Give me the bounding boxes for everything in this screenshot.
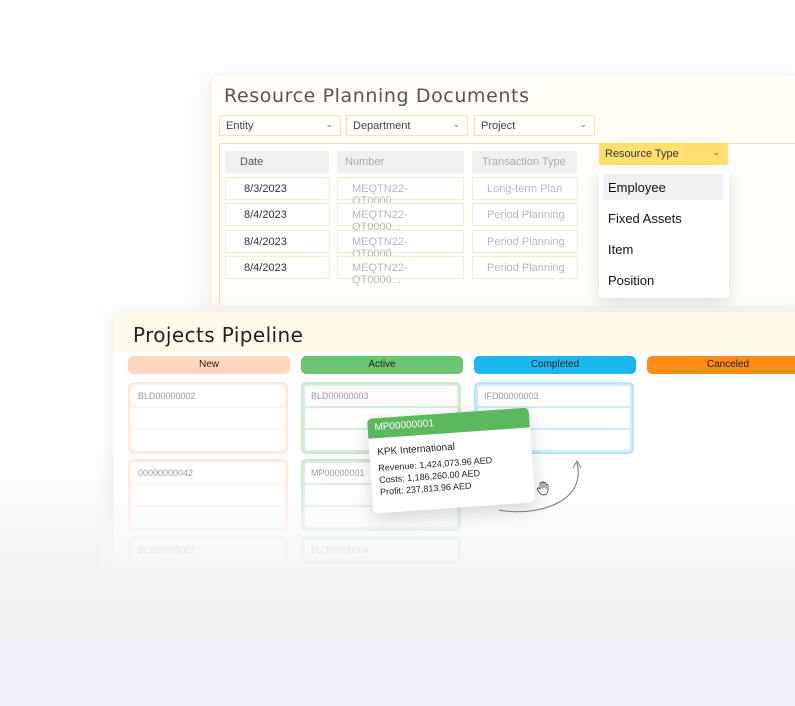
table-cell-type[interactable]: Long-term Plan bbox=[472, 177, 578, 200]
page-title: Resource Planning Documents bbox=[224, 85, 530, 107]
project-filter[interactable]: Project ⌄ bbox=[474, 115, 595, 136]
card-id: BLD00000002 bbox=[132, 386, 284, 406]
table-cell-number[interactable]: MEQTN22-QT0000... bbox=[337, 230, 464, 260]
chevron-down-icon: ⌄ bbox=[452, 119, 460, 129]
chevron-down-icon: ⌄ bbox=[579, 119, 587, 129]
column-header-date[interactable]: Date bbox=[225, 151, 329, 173]
kanban-card[interactable]: BLD00000004 bbox=[301, 536, 461, 564]
table-cell-number[interactable]: MEQTN22-QT0000... bbox=[337, 177, 464, 207]
filter-label: Entity bbox=[226, 120, 254, 132]
table-cell-type[interactable]: Period Planning bbox=[472, 230, 578, 253]
table-cell-type[interactable]: Period Planning bbox=[472, 203, 578, 226]
column-header-number[interactable]: Number bbox=[337, 151, 464, 173]
card-id: BLD00000001 bbox=[132, 540, 284, 560]
table-cell-number[interactable]: MEQTN22-QT0000... bbox=[337, 203, 464, 233]
table-cell-number[interactable]: MEQTN22-QT0000... bbox=[337, 256, 464, 286]
menu-item-fixed-assets[interactable]: Fixed Assets bbox=[603, 205, 723, 231]
resource-type-menu: Employee Fixed Assets Item Position bbox=[599, 170, 729, 298]
filter-label: Department bbox=[353, 120, 411, 132]
column-header-transaction-type[interactable]: Transaction Type bbox=[472, 151, 577, 173]
card-id: BLD00000003 bbox=[305, 386, 457, 406]
resource-type-select[interactable]: Resource Type ⌄ bbox=[599, 143, 728, 165]
table-cell-date[interactable]: 8/4/2023 bbox=[225, 256, 330, 279]
card-id: IFD00000003 bbox=[478, 386, 630, 406]
table-cell-date[interactable]: 8/3/2023 bbox=[225, 177, 330, 200]
card-id: BLD00000004 bbox=[305, 540, 457, 560]
column-active[interactable]: Active bbox=[301, 356, 463, 374]
pipeline-title: Projects Pipeline bbox=[133, 323, 304, 347]
card-id: 00000000042 bbox=[132, 463, 284, 483]
table-cell-date[interactable]: 8/4/2023 bbox=[225, 203, 330, 226]
menu-item-employee[interactable]: Employee bbox=[603, 174, 723, 200]
select-label: Resource Type bbox=[605, 148, 679, 160]
kanban-card[interactable]: BLD00000001 bbox=[128, 536, 288, 564]
column-canceled[interactable]: Canceled bbox=[647, 356, 795, 374]
kanban-card[interactable]: BLD00000002 bbox=[128, 382, 288, 454]
table-cell-type[interactable]: Period Planning bbox=[472, 256, 578, 279]
column-new[interactable]: New bbox=[128, 356, 290, 374]
chevron-down-icon: ⌄ bbox=[325, 119, 333, 129]
kanban-card[interactable]: 00000000042 bbox=[128, 459, 288, 531]
menu-item-position[interactable]: Position bbox=[603, 267, 723, 293]
table-cell-date[interactable]: 8/4/2023 bbox=[225, 230, 330, 253]
filter-label: Project bbox=[481, 120, 516, 132]
hand-cursor-icon bbox=[536, 481, 549, 496]
menu-item-item[interactable]: Item bbox=[603, 236, 723, 262]
chevron-down-icon: ⌄ bbox=[712, 147, 720, 157]
department-filter[interactable]: Department ⌄ bbox=[346, 115, 468, 136]
column-completed[interactable]: Completed bbox=[474, 356, 636, 374]
entity-filter[interactable]: Entity ⌄ bbox=[219, 115, 341, 136]
